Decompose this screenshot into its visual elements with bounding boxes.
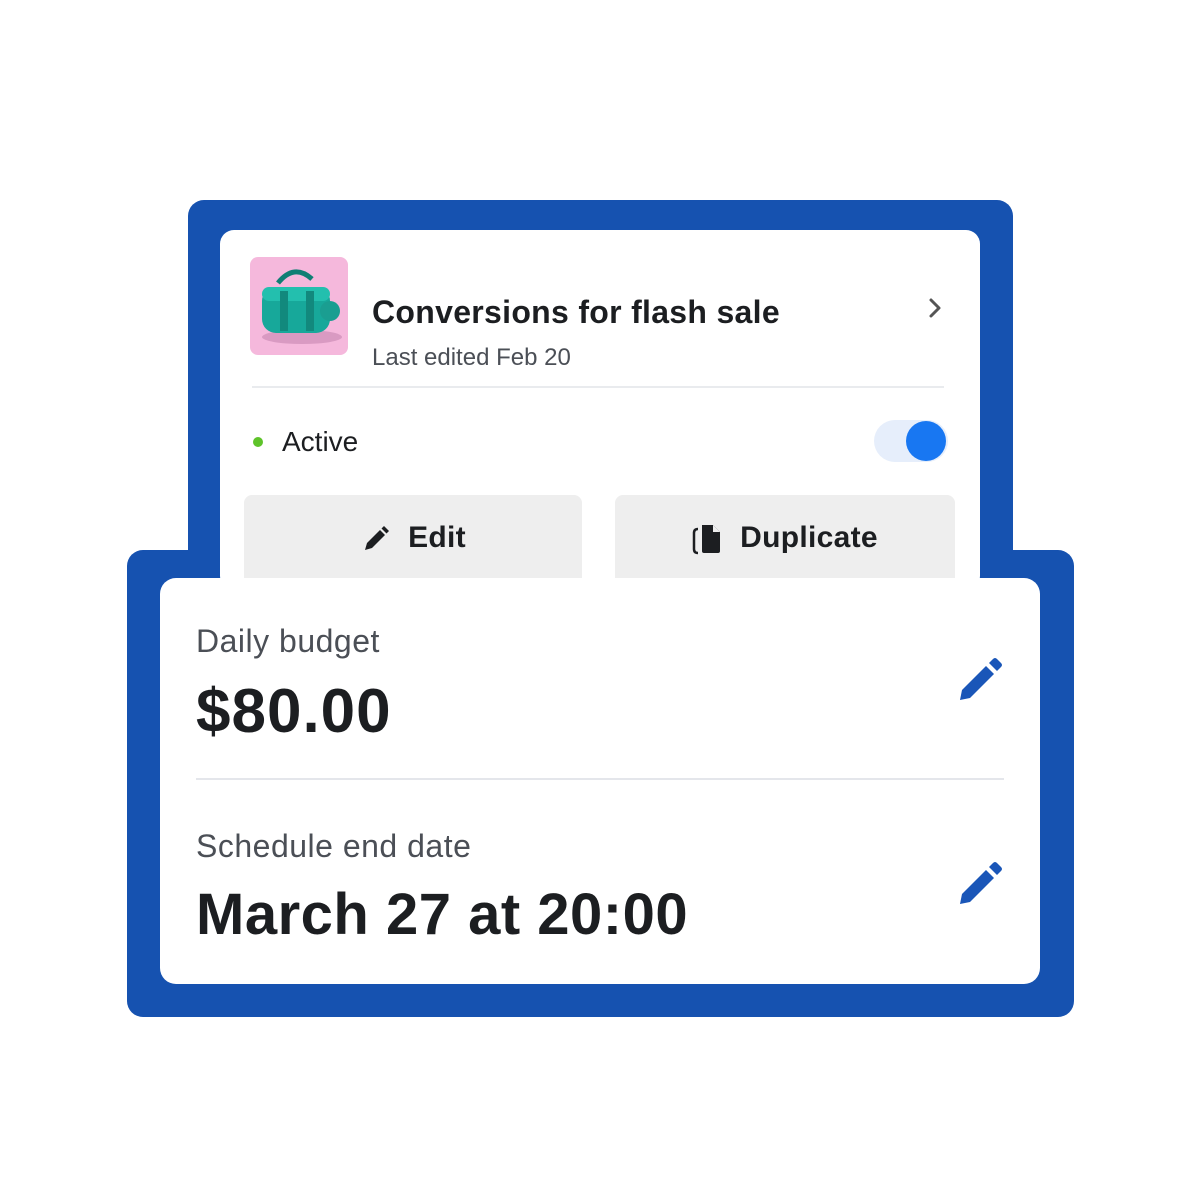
toggle-knob	[906, 421, 946, 461]
campaign-header[interactable]: Conversions for flash sale Last edited F…	[250, 257, 950, 371]
duplicate-label: Duplicate	[740, 521, 878, 554]
status-label: Active	[282, 426, 359, 457]
status-row: Active	[250, 420, 948, 464]
daily-budget-value: $80.00	[196, 677, 392, 746]
divider	[196, 778, 1004, 780]
end-date-value: March 27 at 20:00	[196, 882, 689, 947]
active-toggle[interactable]	[874, 420, 948, 462]
duffel-bag-icon	[262, 269, 342, 344]
edit-button[interactable]: Edit	[244, 495, 582, 585]
end-date-label: Schedule end date	[196, 828, 472, 864]
settings-card: Daily budget $80.00 Schedule end date Ma…	[160, 578, 1040, 984]
edit-end-date-pencil-icon[interactable]	[956, 860, 1004, 908]
last-edited-text: Last edited Feb 20	[372, 344, 571, 371]
campaign-thumbnail	[250, 257, 348, 355]
pencil-icon	[365, 526, 390, 550]
duplicate-icon	[692, 525, 721, 555]
divider	[252, 386, 944, 388]
chevron-right-icon[interactable]	[920, 293, 950, 323]
edit-label: Edit	[408, 521, 466, 554]
campaign-card: Conversions for flash sale Last edited F…	[220, 230, 980, 590]
edit-budget-pencil-icon[interactable]	[956, 656, 1004, 704]
status-dot-icon	[253, 437, 263, 447]
daily-budget-label: Daily budget	[196, 623, 380, 659]
duplicate-button[interactable]: Duplicate	[615, 495, 955, 585]
campaign-title: Conversions for flash sale	[372, 294, 780, 330]
